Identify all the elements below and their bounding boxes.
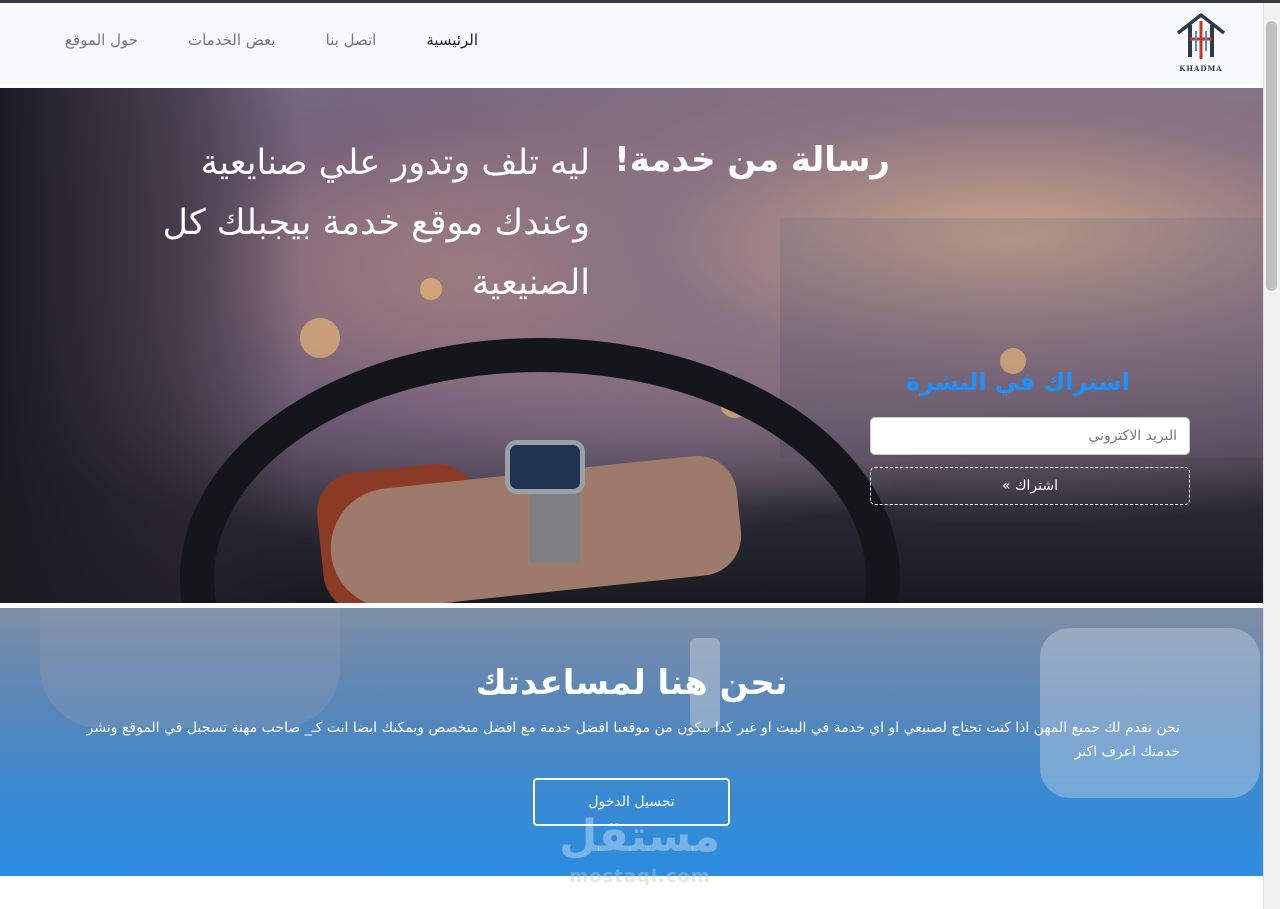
navbar: الرئيسية اتصل بنا بعض الخدمات حول الموقع…: [0, 3, 1263, 84]
help-description: نحن نقدم لك جميع المهن اذا كنت تحتاج لصن…: [86, 720, 1180, 760]
scrollbar-thumb[interactable]: [1266, 21, 1277, 291]
help-bg-machine-shape: [1040, 628, 1260, 798]
mostaql-watermark: مستقل mostaql.com: [559, 808, 720, 893]
hero-tagline: ليه تلف وتدور علي صنايعية وعندك موقع خدم…: [162, 143, 591, 303]
watch-image: [505, 440, 585, 494]
nav-item-home[interactable]: الرئيسية: [401, 31, 503, 49]
page-scrollbar[interactable]: [1263, 3, 1280, 909]
nav-item-about[interactable]: حول الموقع: [40, 31, 163, 49]
logo-house-icon: [1176, 13, 1226, 59]
help-title: نحن هنا لمساعدتك: [475, 663, 788, 703]
nav-item-services[interactable]: بعض الخدمات: [163, 31, 301, 49]
newsletter-title: اشتراك في النشرة: [905, 368, 1130, 396]
logo-text: KHADMA: [1179, 64, 1223, 73]
hero-title: رسالة من خدمة!: [614, 140, 890, 180]
watermark-arabic: مستقل: [559, 811, 720, 862]
nav-item-contact[interactable]: اتصل بنا: [301, 31, 402, 49]
site-logo[interactable]: KHADMA: [1170, 11, 1232, 75]
hero-section: ليه تلف وتدور علي صنايعية وعندك موقع خدم…: [0, 88, 1263, 603]
newsletter-email-input[interactable]: [870, 417, 1190, 455]
watch-strap-image: [530, 493, 580, 563]
nav-links: الرئيسية اتصل بنا بعض الخدمات حول الموقع: [40, 31, 503, 49]
newsletter-subscribe-button[interactable]: اشتراك »: [870, 467, 1190, 505]
bokeh-light: [300, 318, 340, 358]
watermark-latin: mostaql.com: [569, 866, 711, 887]
